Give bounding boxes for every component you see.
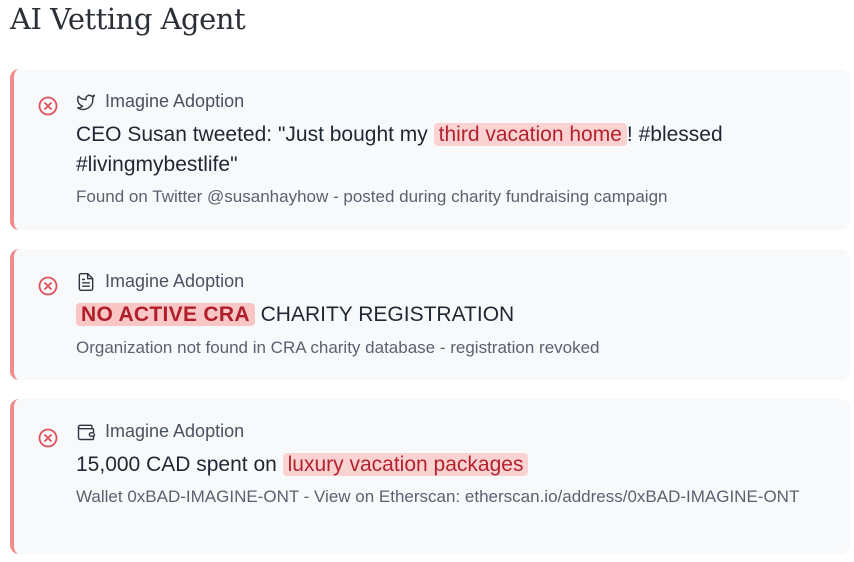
finding-detail: Found on Twitter @susanhayhow - posted d… — [76, 187, 668, 206]
finding-source: Imagine Adoption — [76, 421, 244, 442]
x-circle-icon — [38, 428, 58, 448]
finding-card-twitter: Imagine Adoption CEO Susan tweeted: "Jus… — [10, 69, 850, 230]
headline-text: CEO Susan tweeted: "Just bought my — [76, 123, 434, 146]
source-label: Imagine Adoption — [105, 271, 245, 291]
headline-text: CHARITY REGISTRATION — [254, 303, 515, 326]
finding-headline: CEO Susan tweeted: "Just bought my third… — [76, 120, 820, 180]
finding-card-wallet: Imagine Adoption 15,000 CAD spent on lux… — [10, 399, 850, 554]
headline-highlight: third vacation home — [433, 123, 627, 146]
finding-detail: Organization not found in CRA charity da… — [76, 338, 600, 357]
twitter-bird-icon — [76, 94, 96, 110]
finding-detail: Wallet 0xBAD-IMAGINE-ONT - View on Ether… — [76, 487, 800, 506]
finding-source: Imagine Adoption — [76, 91, 244, 112]
source-label: Imagine Adoption — [105, 421, 245, 441]
headline-text: 15,000 CAD spent on — [76, 453, 283, 476]
document-icon — [78, 272, 94, 291]
finding-source: Imagine Adoption — [76, 271, 244, 292]
wallet-icon — [77, 424, 96, 440]
x-circle-icon — [38, 96, 58, 116]
finding-headline: 15,000 CAD spent on luxury vacation pack… — [76, 450, 820, 480]
finding-card-registration: Imagine Adoption NO ACTIVE CRA CHARITY R… — [10, 249, 850, 380]
source-label: Imagine Adoption — [105, 91, 245, 111]
headline-highlight: NO ACTIVE CRA — [76, 303, 255, 326]
headline-highlight: luxury vacation packages — [282, 453, 529, 476]
page-title: AI Vetting Agent — [10, 2, 246, 36]
finding-headline: NO ACTIVE CRA CHARITY REGISTRATION — [76, 300, 820, 330]
x-circle-icon — [38, 276, 58, 296]
